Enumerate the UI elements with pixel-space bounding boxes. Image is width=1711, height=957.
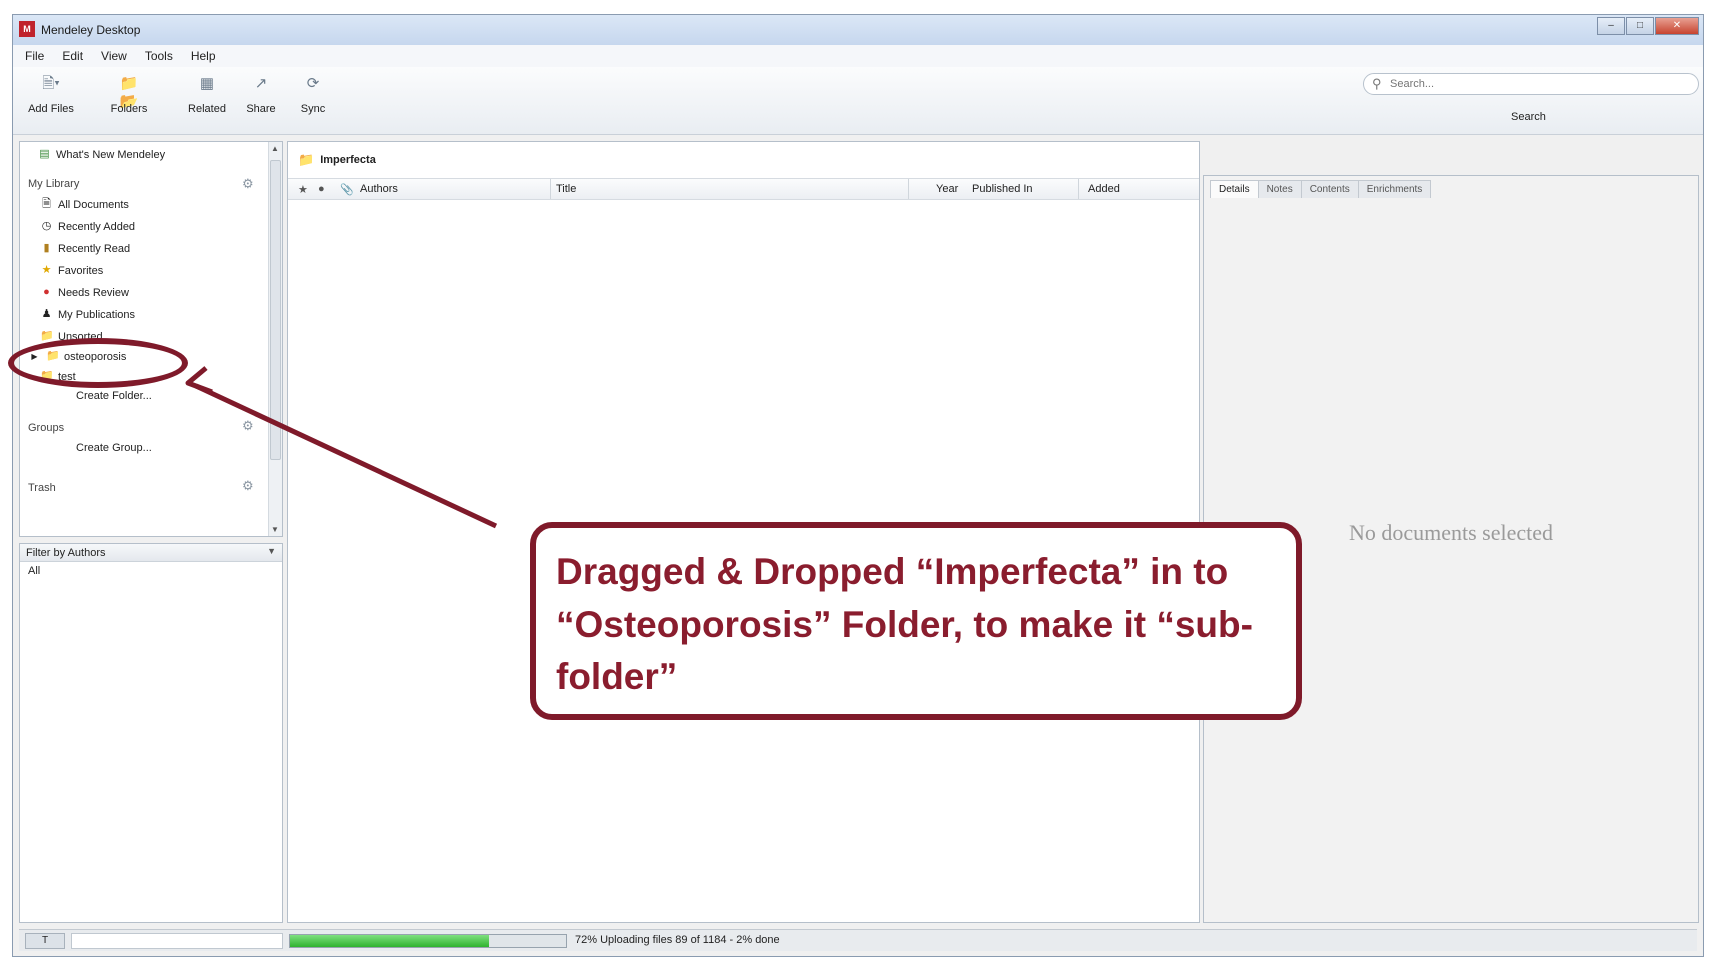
screenshot-canvas: M Mendeley Desktop – □ ✕ File Edit View … bbox=[0, 0, 1711, 957]
tab-details[interactable]: Details bbox=[1210, 180, 1259, 198]
search-icon: ⚲ bbox=[1372, 76, 1382, 91]
search-label: Search bbox=[1511, 111, 1546, 123]
news-icon: ▤ bbox=[39, 148, 50, 160]
menu-tools[interactable]: Tools bbox=[145, 49, 173, 63]
scroll-thumb[interactable] bbox=[270, 160, 281, 460]
toolbar: 🗎▾ Add Files 📁📂 Folders ▦ Related ↗ Shar… bbox=[13, 67, 1703, 135]
sync-icon: ⟳ bbox=[306, 75, 320, 92]
search-box[interactable]: ⚲ bbox=[1363, 73, 1699, 95]
scroll-down-icon[interactable]: ▼ bbox=[271, 525, 279, 534]
tab-notes[interactable]: Notes bbox=[1257, 180, 1302, 198]
library-sidebar: ▤ What's New Mendeley My Library ⚙ 🗎 All… bbox=[19, 141, 283, 537]
trash-settings-icon[interactable]: ⚙ bbox=[242, 478, 254, 494]
sidebar-item-whats-new[interactable]: ▤ What's New Mendeley bbox=[38, 148, 165, 161]
menu-bar: File Edit View Tools Help bbox=[13, 45, 1703, 67]
library-settings-icon[interactable]: ⚙ bbox=[242, 176, 254, 192]
sidebar-item-recently-read[interactable]: ▮ Recently Read bbox=[40, 242, 130, 255]
annotation-callout: Dragged & Dropped “Imperfecta” in to “Os… bbox=[530, 522, 1302, 720]
close-button[interactable]: ✕ bbox=[1655, 17, 1699, 35]
column-year[interactable]: Year bbox=[936, 183, 958, 195]
trash-heading[interactable]: Trash bbox=[28, 482, 56, 494]
column-added[interactable]: Added bbox=[1088, 183, 1120, 195]
column-divider[interactable] bbox=[908, 179, 909, 199]
add-file-icon: 🗎▾ bbox=[42, 75, 60, 92]
window-title: Mendeley Desktop bbox=[41, 23, 141, 37]
page-title: Imperfecta bbox=[320, 154, 376, 166]
groups-settings-icon[interactable]: ⚙ bbox=[242, 418, 254, 434]
document-icon: 🗎 bbox=[42, 198, 51, 210]
column-published-in[interactable]: Published In bbox=[972, 183, 1033, 195]
add-files-button[interactable]: 🗎▾ Add Files bbox=[19, 75, 83, 115]
share-icon: ↗ bbox=[254, 75, 268, 92]
annotation-text: Dragged & Dropped “Imperfecta” in to “Os… bbox=[556, 551, 1253, 698]
folder-icon: 📁 bbox=[298, 152, 315, 167]
sync-button[interactable]: ⟳ Sync bbox=[281, 75, 345, 115]
sidebar-item-needs-review[interactable]: ● Needs Review bbox=[40, 286, 129, 299]
menu-file[interactable]: File bbox=[25, 49, 44, 63]
star-icon: ★ bbox=[41, 264, 52, 276]
filter-dropdown[interactable]: Filter by Authors ▼ bbox=[20, 544, 282, 562]
my-library-heading: My Library bbox=[28, 178, 80, 190]
upload-progress-fill bbox=[290, 935, 489, 947]
minimize-button[interactable]: – bbox=[1597, 17, 1625, 35]
menu-edit[interactable]: Edit bbox=[62, 49, 83, 63]
upload-progress-bar bbox=[289, 934, 567, 948]
star-column-icon[interactable]: ★ bbox=[298, 183, 308, 196]
sidebar-item-recently-added[interactable]: ◷ Recently Added bbox=[40, 220, 135, 233]
tab-enrichments[interactable]: Enrichments bbox=[1357, 180, 1432, 198]
sidebar-item-my-publications[interactable]: ♟ My Publications bbox=[40, 308, 135, 321]
status-field bbox=[71, 933, 283, 949]
folder-add-icon: 📁📂 bbox=[119, 75, 139, 110]
upload-status-text: 72% Uploading files 89 of 1184 - 2% done bbox=[575, 934, 780, 946]
filter-item-all[interactable]: All bbox=[20, 562, 282, 580]
column-divider[interactable] bbox=[1078, 179, 1079, 199]
groups-heading: Groups bbox=[28, 422, 65, 434]
title-bar[interactable]: M Mendeley Desktop – □ ✕ bbox=[13, 15, 1703, 45]
sidebar-scrollbar[interactable]: ▲ ▼ bbox=[268, 142, 282, 536]
sidebar-item-favorites[interactable]: ★ Favorites bbox=[40, 264, 104, 277]
maximize-button[interactable]: □ bbox=[1626, 17, 1654, 35]
column-divider[interactable] bbox=[550, 179, 551, 199]
scroll-up-icon[interactable]: ▲ bbox=[271, 144, 279, 153]
status-toggle-button[interactable]: T bbox=[25, 933, 65, 949]
menu-view[interactable]: View bbox=[101, 49, 127, 63]
folders-button[interactable]: 📁📂 Folders bbox=[97, 75, 161, 115]
chevron-down-icon: ▼ bbox=[267, 546, 276, 556]
column-authors[interactable]: Authors bbox=[360, 183, 398, 195]
review-icon: ● bbox=[43, 286, 50, 298]
status-bar: T 72% Uploading files 89 of 1184 - 2% do… bbox=[19, 929, 1697, 951]
read-status-column-icon[interactable]: ● bbox=[318, 183, 325, 195]
highlight-ellipse bbox=[8, 338, 188, 388]
clock-icon: ◷ bbox=[41, 220, 52, 232]
search-input[interactable] bbox=[1390, 76, 1690, 92]
window-controls: – □ ✕ bbox=[1597, 17, 1699, 35]
person-icon: ♟ bbox=[41, 308, 52, 320]
book-icon: ▮ bbox=[43, 242, 50, 254]
attachment-column-icon[interactable]: 📎 bbox=[340, 183, 354, 196]
create-folder-link[interactable]: Create Folder... bbox=[76, 390, 152, 402]
mendeley-logo-icon: M bbox=[19, 21, 35, 37]
related-icon: ▦ bbox=[199, 75, 215, 92]
tab-contents[interactable]: Contents bbox=[1300, 180, 1359, 198]
details-tabs: Details Notes Contents Enrichments bbox=[1210, 180, 1432, 198]
column-title[interactable]: Title bbox=[556, 183, 576, 195]
create-group-link[interactable]: Create Group... bbox=[76, 442, 152, 454]
sidebar-item-all-documents[interactable]: 🗎 All Documents bbox=[40, 198, 129, 211]
column-header-row: ★ ● 📎 Authors Title Year Published In Ad… bbox=[288, 178, 1199, 200]
breadcrumb: 📁 Imperfecta bbox=[298, 152, 376, 168]
menu-help[interactable]: Help bbox=[191, 49, 216, 63]
filter-pane: Filter by Authors ▼ All bbox=[19, 543, 283, 923]
app-window: M Mendeley Desktop – □ ✕ File Edit View … bbox=[12, 14, 1704, 957]
